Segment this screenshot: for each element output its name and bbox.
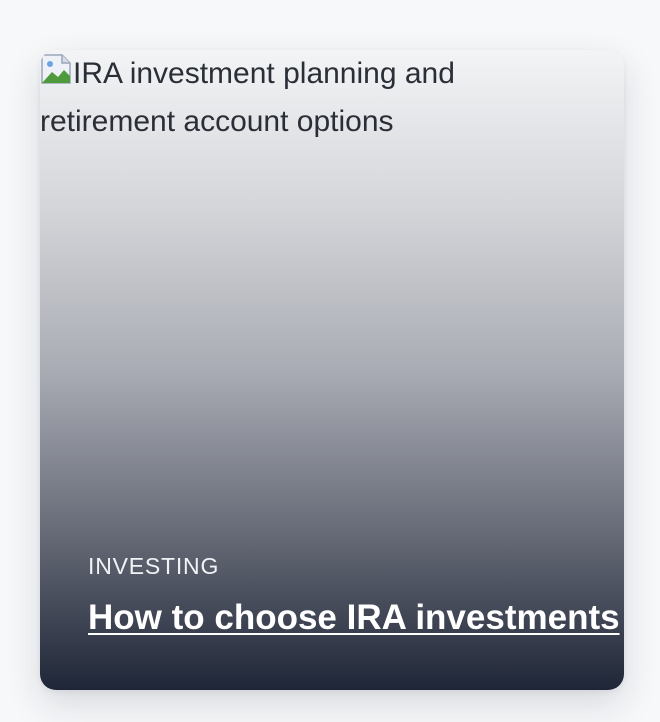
article-card[interactable]: IRA investment planning and retirement a… xyxy=(40,50,624,690)
broken-image-icon xyxy=(41,54,71,84)
card-overlay: INVESTING How to choose IRA investments xyxy=(88,553,624,638)
article-image: IRA investment planning and retirement a… xyxy=(40,50,560,146)
category-label: INVESTING xyxy=(88,553,220,579)
article-title-link[interactable]: How to choose IRA investments xyxy=(88,598,620,637)
image-alt-text: IRA investment planning and retirement a… xyxy=(40,57,455,138)
